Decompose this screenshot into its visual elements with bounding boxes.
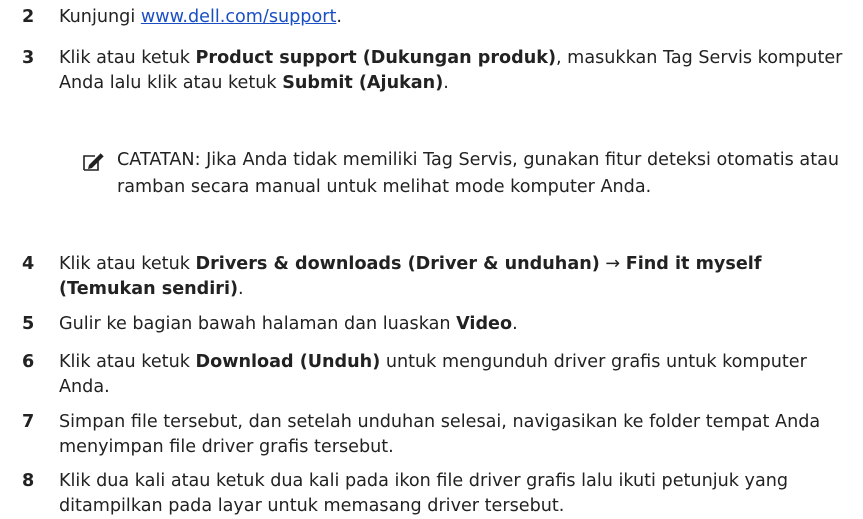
step-number: 5 (22, 314, 35, 334)
step-text: Simpan file tersebut, dan setelah unduha… (59, 412, 821, 457)
dell-support-link[interactable]: www.dell.com/support (141, 7, 337, 27)
step-text-part: . (512, 314, 518, 334)
note-title: CATATAN: (117, 150, 201, 170)
step-text-part: . (443, 73, 449, 93)
step-text: Gulir ke bagian bawah halaman dan luaska… (59, 312, 849, 337)
step-number: 3 (22, 48, 35, 68)
product-support-label: Product support (Dukungan produk) (195, 48, 556, 68)
step-text-part: Klik atau ketuk (59, 254, 196, 274)
step-text: Klik atau ketuk Drivers & downloads (Dri… (59, 252, 849, 302)
step-text-part: Klik atau ketuk (59, 352, 196, 372)
arrow-separator: → (599, 254, 626, 274)
note-text: CATATAN: Jika Anda tidak memiliki Tag Se… (117, 147, 852, 200)
step-text: Klik dua kali atau ketuk dua kali pada i… (59, 471, 789, 516)
step-number: 6 (22, 352, 35, 372)
drivers-downloads-label: Drivers & downloads (Driver & unduhan) (195, 254, 600, 274)
step-text: Kunjungi www.dell.com/support. (59, 5, 849, 30)
step-text: Klik atau ketuk Download (Unduh) untuk m… (59, 350, 849, 400)
step-text-part: . (238, 279, 244, 299)
step-text-part: Klik atau ketuk (59, 48, 196, 68)
step-number: 2 (22, 7, 35, 27)
step-number: 8 (22, 471, 35, 491)
step-text-prefix: Kunjungi (59, 7, 141, 27)
submit-label: Submit (Ajukan) (282, 73, 444, 93)
download-label: Download (Unduh) (195, 352, 381, 372)
page: { "steps": [ { "number": "2", "prefix": … (0, 0, 863, 516)
step-number: 7 (22, 412, 35, 432)
note-content: Jika Anda tidak memiliki Tag Servis, gun… (117, 150, 840, 197)
step-number: 4 (22, 254, 35, 274)
pencil-note-icon (83, 152, 105, 171)
step-text: Klik atau ketuk Product support (Dukunga… (59, 46, 849, 96)
video-label: Video (456, 314, 513, 334)
step-text-suffix: . (336, 7, 342, 27)
step-text-part: Gulir ke bagian bawah halaman dan luaska… (59, 314, 457, 334)
